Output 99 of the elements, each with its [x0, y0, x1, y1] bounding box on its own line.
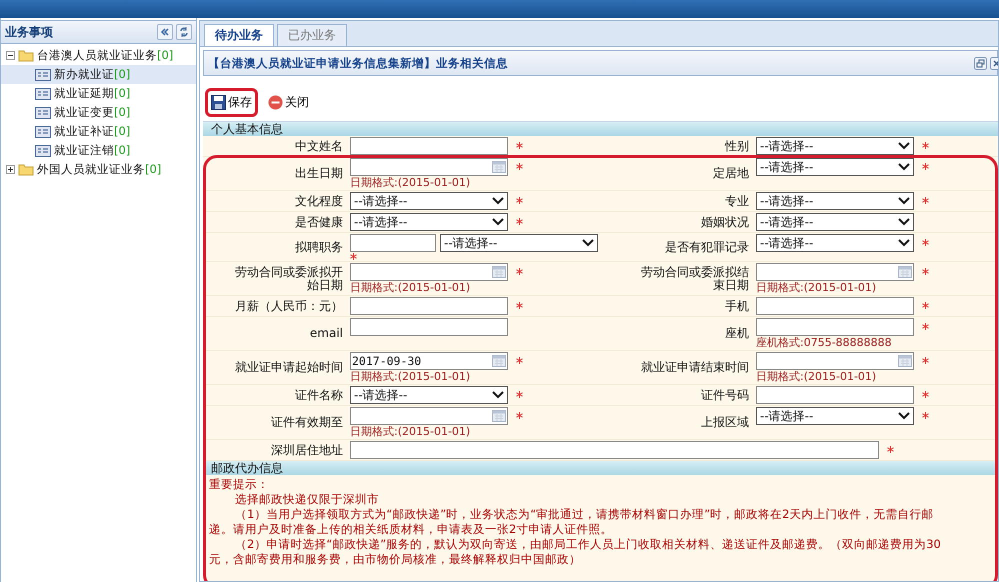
chevron-down-icon — [898, 197, 910, 205]
close-button[interactable]: 关闭 — [262, 88, 315, 117]
field-label: 劳动合同或委派拟结束日期 — [640, 264, 750, 294]
input-field[interactable] — [350, 297, 508, 315]
input-field[interactable] — [350, 318, 508, 336]
sidebar-title: 业务事项 — [5, 24, 53, 40]
input-field[interactable] — [756, 297, 914, 315]
chevron-down-icon — [898, 239, 910, 247]
restore-icon[interactable] — [974, 56, 987, 70]
notice-text: 元，含邮寄费用和服务费，由市物价局核准，最终解释权归中国邮政） — [209, 552, 582, 567]
field-label: email — [308, 325, 344, 342]
select-field[interactable]: --请选择-- — [756, 234, 914, 252]
date-field[interactable] — [756, 352, 914, 370]
format-hint: 日期格式:(2015-01-01) — [350, 370, 472, 383]
select-field[interactable]: --请选择-- — [756, 158, 914, 176]
field-label: 劳动合同或委派拟开始日期 — [234, 264, 344, 294]
chevron-down-icon — [898, 412, 910, 420]
select-field[interactable]: --请选择-- — [350, 386, 508, 404]
input-field[interactable] — [756, 318, 914, 336]
expand-toggle-icon[interactable] — [6, 165, 15, 174]
field-label: 月薪（人民币：元） — [234, 298, 344, 314]
panel-title: 【台港澳人员就业证申请业务信息集新增】业务相关信息 — [208, 56, 508, 70]
format-hint: 日期格式:(2015-01-01) — [350, 176, 472, 189]
folder-icon — [18, 49, 34, 62]
field-label: 就业证申请起始时间 — [234, 359, 344, 376]
list-icon — [35, 68, 51, 80]
save-icon — [211, 95, 226, 110]
tree-item[interactable]: 就业证变更[0] — [1, 103, 196, 122]
field-label: 出生日期 — [294, 165, 344, 182]
select-field[interactable]: --请选择-- — [350, 192, 508, 210]
input-field[interactable] — [350, 441, 879, 459]
field-label: 就业证申请结束时间 — [640, 359, 750, 376]
select-field[interactable]: --请选择-- — [756, 213, 914, 231]
list-icon — [35, 106, 51, 118]
collapse-icon[interactable] — [157, 24, 173, 40]
date-field[interactable] — [350, 263, 508, 281]
field-label: 性别 — [724, 138, 750, 154]
field-label: 证件有效期至 — [270, 414, 344, 431]
format-hint: 日期格式:(2015-01-01) — [756, 281, 878, 294]
minus-circle-icon — [268, 95, 283, 110]
tree-item[interactable]: 新办就业证[0] — [1, 65, 196, 84]
input-field[interactable] — [756, 386, 914, 404]
field-label: 婚姻状况 — [700, 214, 750, 230]
input-field[interactable] — [350, 137, 508, 155]
field-label: 定居地 — [712, 165, 750, 182]
refresh-icon[interactable] — [176, 24, 192, 40]
format-hint: 日期格式:(2015-01-01) — [350, 425, 472, 438]
notice-title: 重要提示： — [209, 477, 270, 492]
field-label: 手机 — [724, 298, 750, 314]
format-hint: 日期格式:(2015-01-01) — [756, 370, 878, 383]
date-field[interactable]: 2017-09-30 — [350, 352, 508, 370]
format-hint: 座机格式:0755-88888888 — [756, 336, 893, 349]
chevron-down-icon — [492, 197, 504, 205]
chevron-down-icon — [492, 218, 504, 226]
field-label: 专业 — [724, 192, 750, 210]
input-field[interactable] — [350, 234, 436, 252]
chevron-down-icon — [898, 218, 910, 226]
field-label: 文化程度 — [294, 192, 344, 210]
date-field[interactable] — [756, 263, 914, 281]
chevron-down-icon — [582, 239, 594, 247]
tab[interactable]: 待办业务 — [204, 24, 274, 46]
tree-item[interactable]: 就业证注销[0] — [1, 141, 196, 160]
section-title: 个人基本信息 — [211, 122, 283, 136]
tree-item[interactable]: 外国人员就业证业务[0] — [37, 162, 162, 177]
tab[interactable]: 已办业务 — [277, 24, 347, 46]
list-icon — [35, 144, 51, 156]
folder-icon — [18, 163, 34, 176]
collapse-toggle-icon[interactable] — [6, 51, 15, 60]
field-label: 是否健康 — [294, 214, 344, 230]
field-label: 深圳居住地址 — [270, 442, 344, 458]
field-label: 座机 — [724, 325, 750, 342]
tree-item[interactable]: 就业证延期[0] — [1, 84, 196, 103]
field-label: 证件名称 — [294, 386, 344, 404]
field-label: 证件号码 — [700, 386, 750, 404]
select-field[interactable]: --请选择-- — [440, 234, 598, 252]
notice-text: 递。请用户及时准备上传的相关纸质材料，申请表及一张2寸申请人证件照。 — [209, 522, 614, 537]
date-field[interactable] — [350, 407, 508, 425]
save-button[interactable]: 保存 — [205, 88, 258, 117]
notice-text: （1）当用户选择领取方式为“邮政快递”时，业务状态为“审批通过，请携带材料窗口办理”时，邮政将在2天内上门收件，无需自行邮 — [234, 507, 934, 522]
notice-text: 选择邮政快递仅限于深圳市 — [234, 492, 380, 507]
select-field[interactable]: --请选择-- — [756, 137, 914, 155]
section-title: 邮政代办信息 — [211, 461, 283, 475]
list-icon — [35, 126, 51, 138]
select-field[interactable]: --请选择-- — [756, 407, 914, 425]
format-hint: 日期格式:(2015-01-01) — [350, 281, 472, 294]
field-label: 上报区域 — [700, 414, 750, 431]
list-icon — [35, 88, 51, 100]
select-field[interactable]: --请选择-- — [350, 213, 508, 231]
tree-item[interactable]: 就业证补证[0] — [1, 122, 196, 141]
chevron-down-icon — [898, 142, 910, 150]
chevron-down-icon — [492, 391, 504, 399]
date-field[interactable] — [350, 158, 508, 176]
tree-item[interactable]: 台港澳人员就业证业务[0] — [37, 48, 174, 63]
field-label: 中文姓名 — [294, 138, 344, 154]
chevron-down-icon — [898, 163, 910, 171]
field-label: 拟聘职务 — [294, 238, 344, 256]
field-label: 是否有犯罪记录 — [664, 238, 750, 256]
select-field[interactable]: --请选择-- — [756, 192, 914, 210]
notice-text: （2）申请时选择“邮政快递”服务的，默认为双向寄送，由邮局工作人员上门收取相关材料、递送证件及邮递费。（双向邮递费用为30 — [234, 537, 942, 552]
